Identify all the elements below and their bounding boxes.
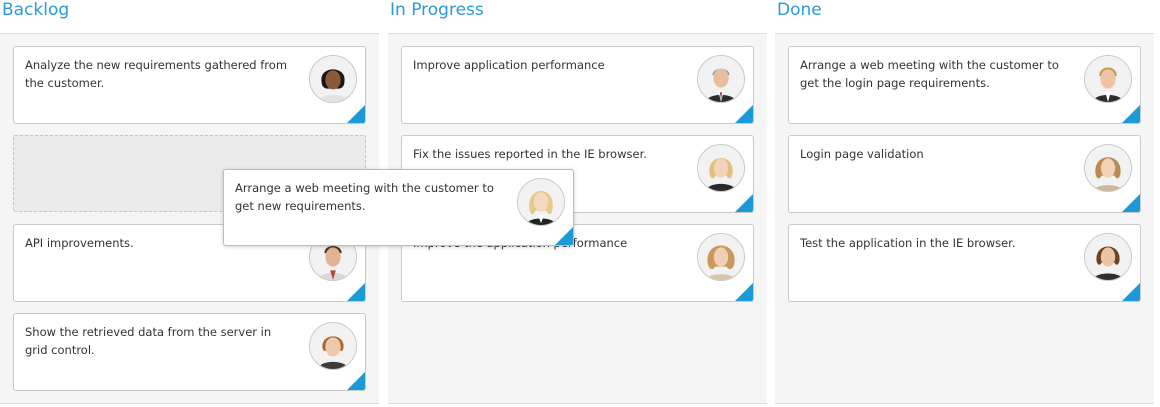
card-corner-indicator (1122, 283, 1140, 301)
card-corner-indicator (555, 227, 573, 245)
man-suit-avatar (697, 55, 745, 103)
column-title: Done (777, 0, 822, 20)
woman-blonde-avatar (697, 144, 745, 192)
column-done: Done Arrange a web meeting with the cust… (775, 0, 1154, 407)
card-corner-indicator (347, 372, 365, 390)
card-corner-indicator (347, 105, 365, 123)
card-corner-indicator (735, 105, 753, 123)
column-body[interactable]: Arrange a web meeting with the customer … (775, 33, 1154, 404)
kanban-card[interactable]: Test the application in the IE browser. (788, 224, 1141, 302)
woman-brown-hair-avatar (1084, 233, 1132, 281)
card-corner-indicator (347, 283, 365, 301)
man-blond-avatar (1084, 55, 1132, 103)
card-text: Test the application in the IE browser. (800, 236, 1016, 250)
kanban-card[interactable]: Show the retrieved data from the server … (13, 313, 366, 391)
woman-blonde-avatar (517, 178, 565, 226)
dragging-card[interactable]: Arrange a web meeting with the customer … (223, 169, 574, 246)
card-corner-indicator (1122, 194, 1140, 212)
card-text: Improve application performance (413, 58, 605, 72)
card-corner-indicator (735, 283, 753, 301)
card-text: Arrange a web meeting with the customer … (235, 181, 494, 213)
column-title: In Progress (390, 0, 484, 20)
woman-wavy-hair-avatar (1084, 144, 1132, 192)
card-text: Arrange a web meeting with the customer … (800, 58, 1059, 90)
kanban-card[interactable]: Analyze the new requirements gathered fr… (13, 46, 366, 124)
kanban-card[interactable]: Login page validation (788, 135, 1141, 213)
card-text: Fix the issues reported in the IE browse… (413, 147, 647, 161)
column-title: Backlog (2, 0, 70, 20)
woman-dark-hair-avatar (309, 55, 357, 103)
card-corner-indicator (1122, 105, 1140, 123)
kanban-card[interactable]: Arrange a web meeting with the customer … (788, 46, 1141, 124)
woman-curly-hair-avatar (697, 233, 745, 281)
woman-short-hair-avatar (309, 322, 357, 370)
card-corner-indicator (735, 194, 753, 212)
kanban-board: Backlog Analyze the new requirements gat… (0, 0, 1160, 407)
card-text: Show the retrieved data from the server … (25, 325, 272, 357)
card-text: Analyze the new requirements gathered fr… (25, 58, 288, 90)
card-text: Login page validation (800, 147, 924, 161)
kanban-card[interactable]: Improve application performance (401, 46, 754, 124)
